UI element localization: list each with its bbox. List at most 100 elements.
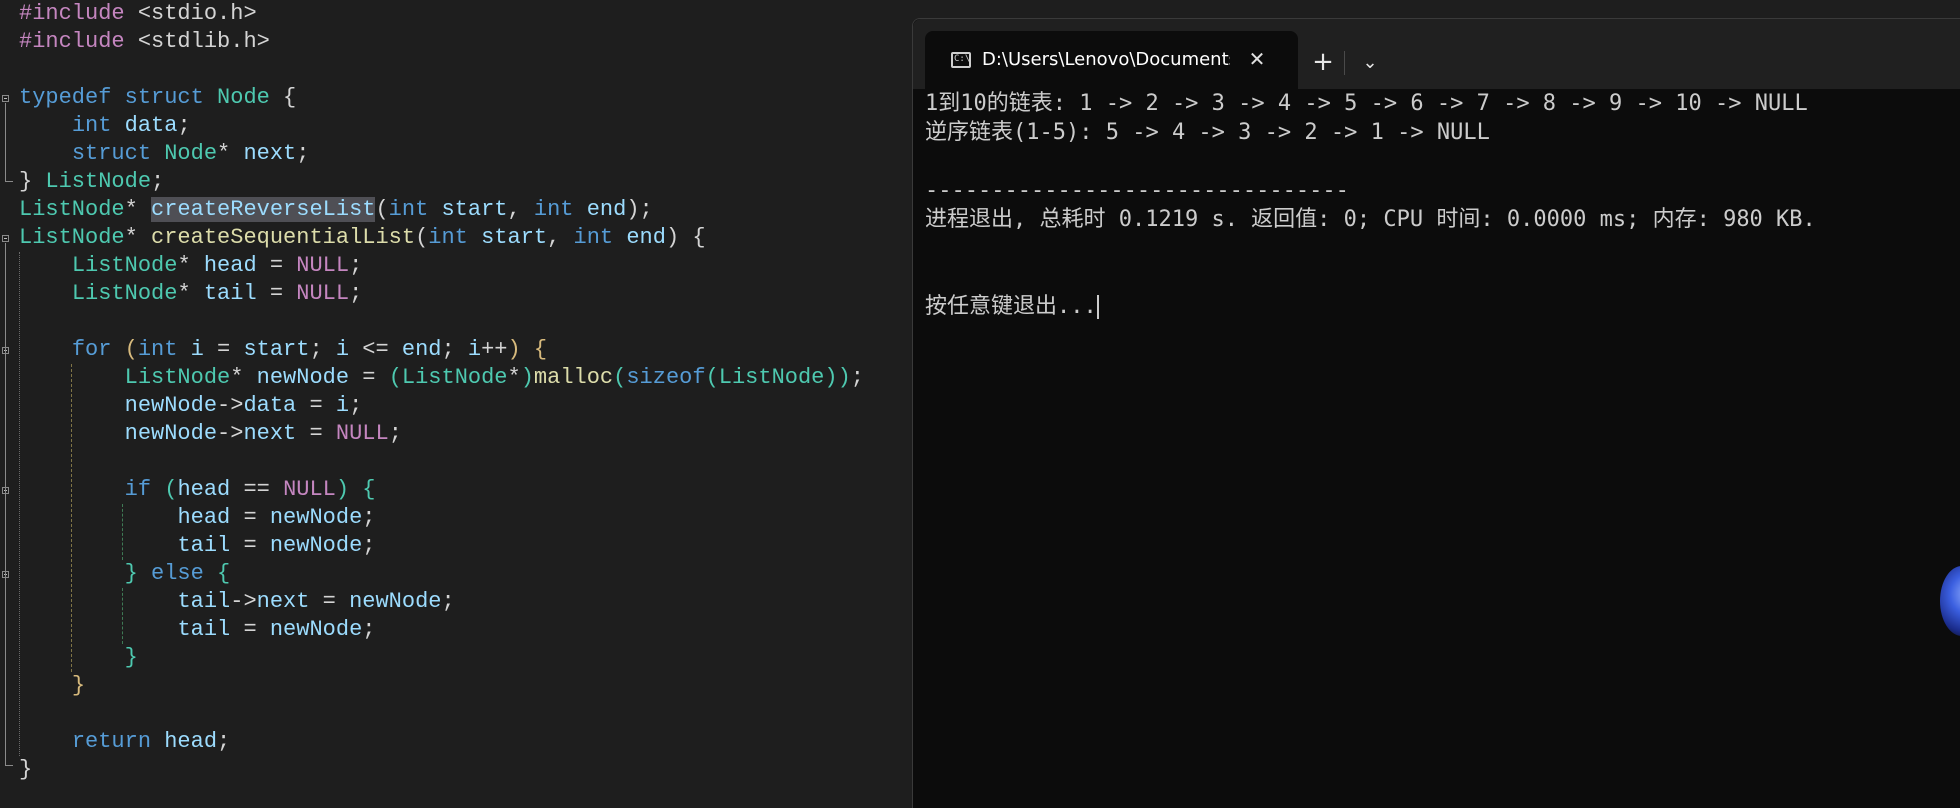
code-token: ( [415, 225, 429, 250]
source-code[interactable]: #include <stdio.h> #include <stdlib.h> ty… [19, 0, 864, 784]
code-token: ) { [665, 225, 706, 250]
code-line[interactable]: } else { [19, 560, 864, 588]
code-line[interactable]: int data; [19, 112, 864, 140]
code-token: i [335, 337, 350, 362]
code-line[interactable]: #include <stdio.h> [19, 0, 864, 28]
code-token: ( [375, 197, 389, 222]
close-icon[interactable]: ✕ [1243, 45, 1271, 73]
code-token: ; [296, 141, 310, 166]
terminal-tab[interactable]: C:\ D:\Users\Lenovo\Documents\ ✕ [925, 31, 1298, 89]
code-token: ; [441, 337, 468, 362]
terminal-output[interactable]: 1到10的链表: 1 -> 2 -> 3 -> 4 -> 5 -> 6 -> 7… [925, 89, 1955, 321]
code-line[interactable] [19, 56, 864, 84]
code-line[interactable]: ListNode* newNode = (ListNode*)malloc(si… [19, 364, 864, 392]
code-token: end [586, 197, 627, 222]
code-line[interactable] [19, 700, 864, 728]
terminal-titlebar[interactable]: C:\ D:\Users\Lenovo\Documents\ ✕ + ⌄ [913, 19, 1960, 89]
fold-toggle-typedef[interactable] [2, 95, 9, 102]
code-line[interactable]: ListNode* tail = NULL; [19, 280, 864, 308]
plus-icon[interactable]: + [1305, 45, 1341, 81]
code-token: i [467, 337, 482, 362]
code-line[interactable]: ListNode* head = NULL; [19, 252, 864, 280]
code-line[interactable]: return head; [19, 728, 864, 756]
code-token: ListNode [19, 225, 125, 250]
code-line[interactable]: tail = newNode; [19, 616, 864, 644]
code-token: tail [177, 589, 231, 614]
code-line[interactable]: #include <stdlib.h> [19, 28, 864, 56]
code-line[interactable] [19, 308, 864, 336]
code-token: { [269, 85, 297, 110]
tab-title: D:\Users\Lenovo\Documents\ [982, 49, 1230, 70]
fold-toggle-function[interactable] [2, 235, 9, 242]
code-token: head [164, 729, 218, 754]
code-token: else [151, 561, 204, 586]
code-line[interactable]: ListNode* createReverseList(int start, i… [19, 196, 864, 224]
code-token: end [401, 337, 442, 362]
code-line[interactable]: tail->next = newNode; [19, 588, 864, 616]
code-editor[interactable]: #include <stdio.h> #include <stdlib.h> ty… [0, 0, 912, 807]
prompt-line: 按任意键退出... [925, 292, 1955, 321]
code-token: ; [362, 533, 376, 558]
code-token: ListNode [45, 169, 152, 194]
code-token: ; [441, 589, 455, 614]
chevron-down-icon[interactable]: ⌄ [1352, 45, 1388, 81]
code-token: start [441, 197, 508, 222]
code-token: * [217, 141, 244, 166]
code-token: if [124, 477, 152, 502]
code-line[interactable]: struct Node* next; [19, 140, 864, 168]
code-token: = [256, 253, 297, 278]
fold-guide [5, 243, 6, 765]
code-token: = [230, 505, 270, 530]
code-token: ListNode [71, 253, 178, 278]
code-token: * [230, 365, 257, 390]
code-token: -> [230, 589, 257, 614]
text-cursor [1096, 295, 1099, 319]
code-token: ListNode [401, 365, 508, 390]
output-line: 逆序链表(1-5): 5 -> 4 -> 3 -> 2 -> 1 -> NULL [925, 120, 1490, 145]
code-token: , [547, 225, 574, 250]
code-token: int [533, 197, 574, 222]
code-line[interactable]: if (head == NULL) { [19, 476, 864, 504]
code-token: <stdio.h> [137, 1, 257, 26]
code-line[interactable] [19, 448, 864, 476]
code-token: int [388, 197, 429, 222]
code-token: malloc [533, 365, 614, 390]
code-line[interactable]: } [19, 644, 864, 672]
code-token: newNode [124, 421, 218, 446]
code-token: start [481, 225, 548, 250]
code-token: ; [151, 169, 165, 194]
code-line[interactable]: } [19, 672, 864, 700]
code-line[interactable]: for (int i = start; i <= end; i++) { [19, 336, 864, 364]
code-line[interactable]: typedef struct Node { [19, 84, 864, 112]
code-token: { [533, 337, 548, 362]
code-token: ; [850, 365, 864, 390]
code-token: ListNode [718, 365, 825, 390]
code-token: )) [824, 365, 851, 390]
code-token: typedef [19, 85, 112, 110]
code-token: next [256, 589, 310, 614]
code-token: ; [349, 281, 363, 306]
code-line[interactable]: newNode->data = i; [19, 392, 864, 420]
code-line[interactable]: newNode->next = NULL; [19, 420, 864, 448]
code-line[interactable]: } ListNode; [19, 168, 864, 196]
code-line[interactable]: tail = newNode; [19, 532, 864, 560]
code-line[interactable]: } [19, 756, 864, 784]
code-line[interactable]: head = newNode; [19, 504, 864, 532]
terminal-window[interactable]: C:\ D:\Users\Lenovo\Documents\ ✕ + ⌄ 1到1… [912, 18, 1960, 808]
code-token: head [177, 505, 231, 530]
code-token: end [626, 225, 666, 250]
code-line[interactable]: ListNode* createSequentialList(int start… [19, 224, 864, 252]
code-token: = [296, 421, 336, 446]
code-token: { [217, 561, 231, 586]
